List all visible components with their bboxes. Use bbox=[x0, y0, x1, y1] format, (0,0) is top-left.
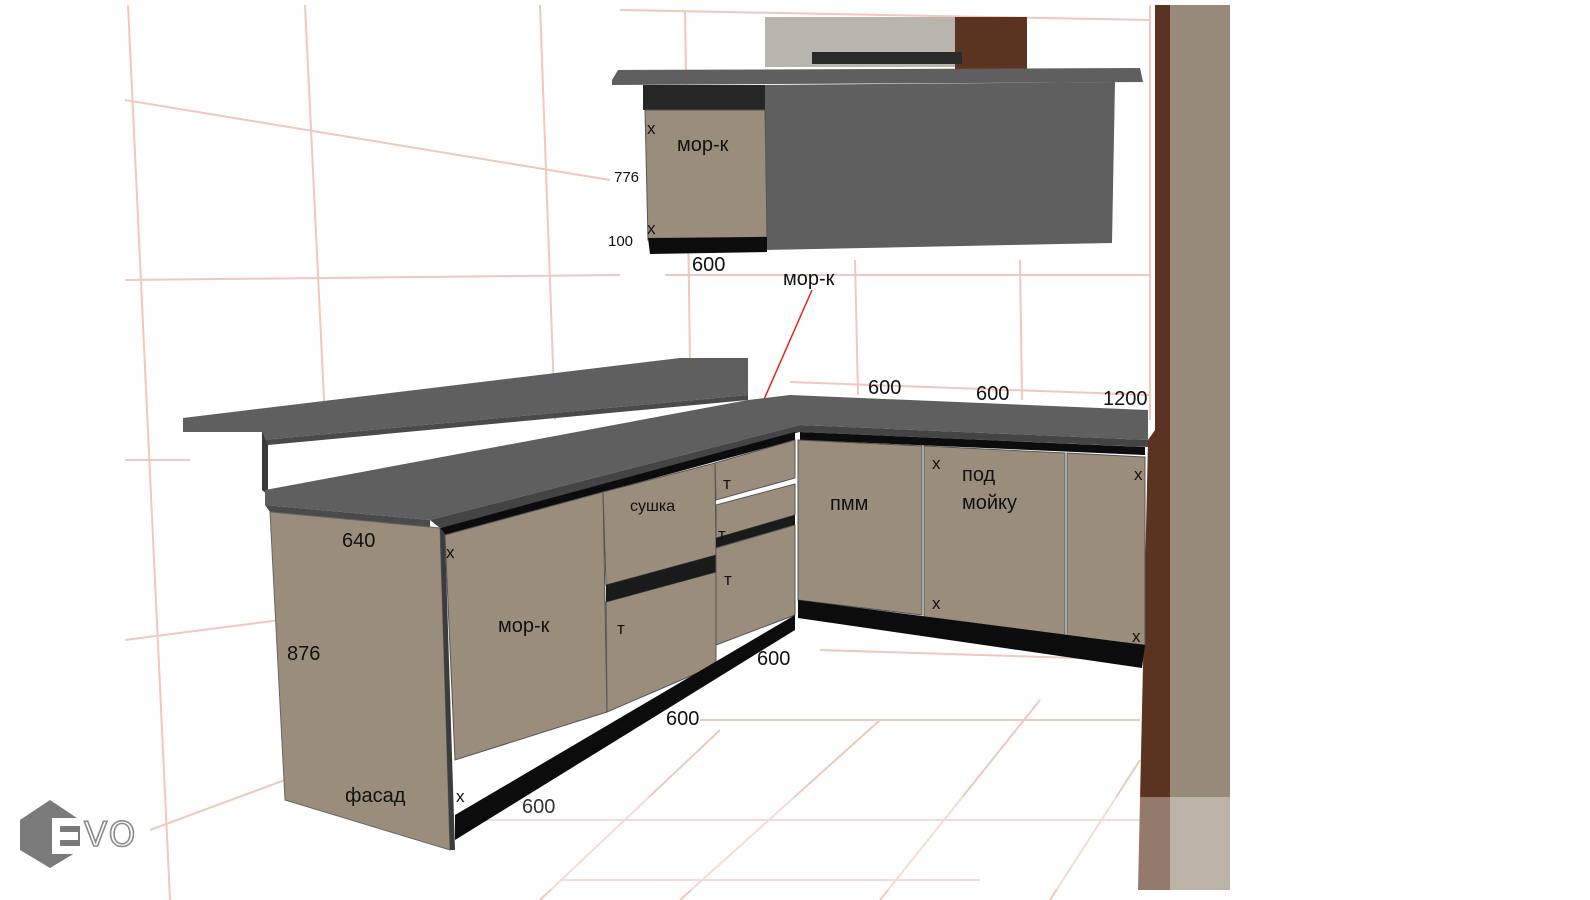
dim-1200: 1200 bbox=[1103, 388, 1148, 410]
dim-600-left-c: 600 bbox=[522, 796, 555, 818]
mark-x-top: x bbox=[446, 543, 455, 562]
kitchen-body bbox=[183, 358, 1148, 851]
mark-t4: т bbox=[617, 619, 625, 638]
wall-panel bbox=[1168, 5, 1230, 890]
inset-mark-bottom: x bbox=[647, 219, 656, 238]
right-mark-x3: x bbox=[1134, 465, 1143, 484]
right-mark-x1: x bbox=[932, 454, 941, 473]
inset-cabinet-label: мор-к bbox=[677, 134, 729, 156]
dryer-label: сушка bbox=[630, 498, 675, 515]
fridge-label: мор-к bbox=[498, 615, 550, 637]
callout-label: мор-к bbox=[783, 268, 835, 290]
mark-x-bottom: x bbox=[456, 787, 465, 806]
kitchen-drawing: мор-к x x 776 100 600 мор-к 640 876 фаса… bbox=[20, 4, 1230, 900]
end-panel-label: фасад bbox=[345, 785, 406, 807]
sink-label-line2: мойку bbox=[962, 492, 1017, 514]
right-mark-x2: x bbox=[932, 594, 941, 613]
inset-dim-plinth: 100 bbox=[608, 233, 633, 250]
dishwasher-facade bbox=[797, 439, 923, 616]
logo-text: VO bbox=[84, 815, 137, 855]
callout-line bbox=[761, 289, 813, 405]
mark-t1: т bbox=[723, 474, 731, 493]
dishwasher-label: пмм bbox=[830, 493, 868, 515]
end-panel-depth: 640 bbox=[342, 530, 375, 552]
mark-t3: т bbox=[724, 570, 732, 589]
inset-dim-width: 600 bbox=[692, 254, 725, 276]
dim-600-left-a: 600 bbox=[757, 648, 790, 670]
sink-label-line1: под bbox=[962, 464, 996, 486]
dim-600-left-b: 600 bbox=[666, 708, 699, 730]
inset-dim-height: 776 bbox=[614, 169, 639, 186]
inset-cabinet-facade bbox=[644, 109, 768, 241]
dim-600-right-b: 600 bbox=[976, 383, 1009, 405]
dim-600-right-a: 600 bbox=[868, 377, 901, 399]
right-mark-x4: x bbox=[1132, 627, 1141, 646]
evo-logo: VO bbox=[20, 800, 137, 868]
end-panel-height: 876 bbox=[287, 643, 320, 665]
inset-mark-top: x bbox=[647, 119, 656, 138]
mark-t2: т bbox=[718, 525, 726, 544]
